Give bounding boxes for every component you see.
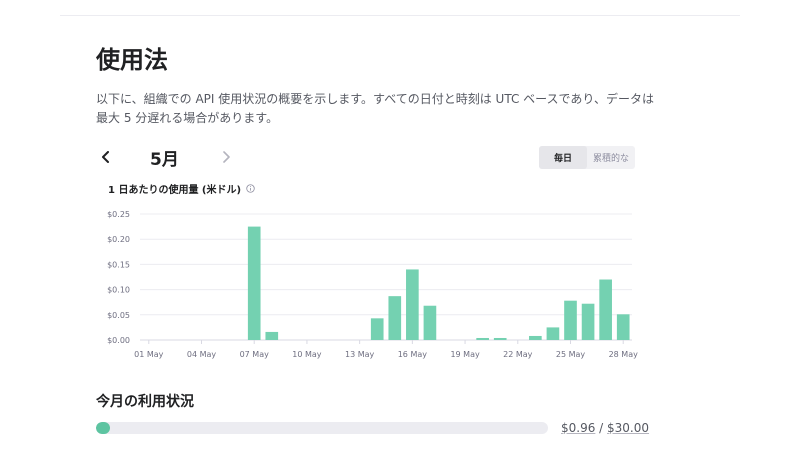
- usage-bar: [599, 279, 612, 340]
- monthly-usage-title: 今月の利用状況: [96, 394, 194, 410]
- x-tick-label: 04 May: [187, 350, 217, 359]
- chevron-right-icon: [223, 151, 230, 163]
- x-tick-label: 22 May: [503, 350, 533, 359]
- view-toggle: 毎日 累積的な: [539, 146, 635, 169]
- x-tick-label: 01 May: [134, 350, 164, 359]
- toggle-daily-button[interactable]: 毎日: [539, 146, 587, 169]
- x-tick-label: 19 May: [450, 350, 480, 359]
- usage-bar: [546, 327, 560, 340]
- y-tick-label: $0.15: [107, 260, 130, 269]
- usage-bar: [493, 337, 507, 340]
- month-navigator: 5月: [96, 144, 256, 170]
- toggle-cumulative-button[interactable]: 累積的な: [587, 146, 635, 169]
- page-title: 使用法: [96, 46, 168, 74]
- next-month-button[interactable]: [216, 144, 236, 170]
- x-tick-label: 16 May: [398, 350, 428, 359]
- y-tick-label: $0.25: [107, 210, 130, 219]
- usage-progress-fill: [96, 422, 111, 434]
- x-tick-label: 13 May: [345, 350, 375, 359]
- chart-title: 1 日あたりの使用量 (米ドル): [108, 181, 255, 196]
- usage-bar: [265, 331, 279, 340]
- y-tick-label: $0.10: [107, 286, 130, 295]
- y-tick-label: $0.00: [107, 336, 130, 345]
- info-icon[interactable]: [246, 184, 255, 193]
- top-divider: [60, 15, 740, 16]
- chevron-left-icon: [102, 151, 109, 163]
- prev-month-button[interactable]: [96, 144, 116, 170]
- usage-bar: [529, 335, 542, 340]
- month-label: 5月: [150, 150, 179, 170]
- x-tick-label: 25 May: [556, 350, 586, 359]
- usage-bar: [388, 296, 402, 340]
- x-tick-label: 28 May: [609, 350, 639, 359]
- intro-text: 以下に、組織での API 使用状況の概要を示します。すべての日付と時刻は UTC…: [96, 92, 654, 125]
- y-tick-label: $0.20: [107, 235, 130, 244]
- usage-bar: [616, 314, 630, 340]
- usage-bar: [564, 300, 577, 340]
- x-tick-label: 07 May: [240, 350, 270, 359]
- usage-bar: [406, 269, 419, 340]
- usage-bar: [247, 226, 261, 340]
- usage-bar: [476, 337, 489, 340]
- x-tick-label: 10 May: [292, 350, 322, 359]
- usage-bar: [370, 318, 384, 340]
- usage-spent[interactable]: $0.96: [561, 421, 595, 435]
- usage-limit[interactable]: $30.00: [607, 421, 649, 435]
- chart-title-text: 1 日あたりの使用量 (米ドル): [108, 185, 242, 196]
- usage-bar-chart: $0.00 $0.05 $0.10 $0.15 $0.20 $0.25 01 May 04 M…: [107, 210, 639, 359]
- usage-bar: [423, 305, 437, 340]
- usage-progress-bar: [96, 422, 548, 434]
- usage-bar: [581, 303, 595, 340]
- usage-separator: /: [595, 421, 608, 435]
- y-tick-label: $0.05: [107, 311, 130, 320]
- usage-amount: $0.96 / $30.00: [561, 421, 649, 435]
